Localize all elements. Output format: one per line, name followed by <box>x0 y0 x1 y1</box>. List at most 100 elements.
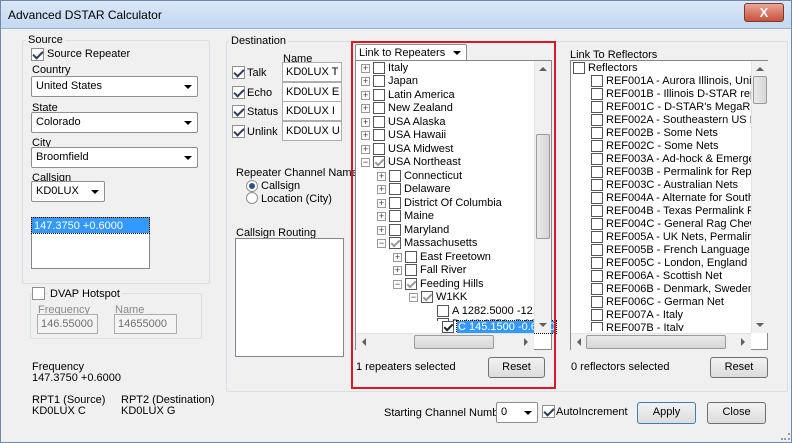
starting-channel-value: 0 <box>501 406 508 418</box>
tree-checkbox[interactable] <box>591 257 603 269</box>
tree-node-label: REF006A - Scottish Net <box>606 270 723 282</box>
tree-checkbox[interactable] <box>591 179 603 191</box>
tree-checkbox[interactable] <box>591 231 603 243</box>
tree-checkbox[interactable] <box>573 62 585 74</box>
chevron-down-icon <box>184 121 192 125</box>
tree-checkbox[interactable] <box>591 218 603 230</box>
tree-checkbox[interactable] <box>591 205 603 217</box>
tree-node-label: REF003B - Permalink for Repeaters, in <box>606 166 751 178</box>
scroll-right-icon[interactable] <box>741 338 745 346</box>
source-repeater-checkbox[interactable] <box>31 48 44 61</box>
highlight-frame <box>351 41 556 389</box>
tree-checkbox[interactable] <box>591 192 603 204</box>
reflectors-tree[interactable]: Reflectors REF001A - Aurora Illinois, Un… <box>570 60 768 350</box>
talk-checkbox[interactable] <box>232 66 245 79</box>
city-value: Broomfield <box>36 151 89 163</box>
tree-checkbox[interactable] <box>591 75 603 87</box>
rpt1-value: KD0LUX C <box>32 405 86 417</box>
reflectors-vscroll[interactable] <box>751 61 768 333</box>
tree-node-label: REF001A - Aurora Illinois, United States <box>606 75 751 87</box>
unlink-input[interactable]: KD0LUX U <box>282 121 342 141</box>
state-value: Colorado <box>36 116 81 128</box>
unlink-checkbox[interactable] <box>232 125 245 138</box>
callsign-select[interactable]: KD0LUX <box>31 181 105 202</box>
tree-node-label: REF001B - Illinois D-STAR repeaters <box>606 88 751 100</box>
tree-checkbox[interactable] <box>591 270 603 282</box>
location-radio-label: Location (City) <box>261 193 332 205</box>
tree-checkbox[interactable] <box>591 153 603 165</box>
reflectors-tree-viewport: Reflectors REF001A - Aurora Illinois, Un… <box>571 61 751 331</box>
unlink-label: Unlink <box>247 126 278 138</box>
callsign-routing-box[interactable] <box>235 238 344 357</box>
status-label: Status <box>247 106 279 118</box>
callsign-radio[interactable] <box>246 180 258 192</box>
tree-node-label: REF004C - General Rag Chew (English <box>606 218 751 230</box>
callsign-radio-label: Callsign <box>261 180 301 192</box>
tree-checkbox[interactable] <box>591 296 603 308</box>
tree-node-label: REF006C - German Net <box>606 296 724 308</box>
frequency-list-item[interactable]: 147.3750 +0.6000 <box>31 217 150 234</box>
country-select[interactable]: United States <box>31 76 198 97</box>
scroll-down-icon[interactable] <box>756 323 764 327</box>
scroll-thumb[interactable] <box>753 76 767 104</box>
dvap-frequency-input[interactable]: 146.55000 <box>37 314 98 334</box>
reflectors-hscroll[interactable] <box>571 333 751 350</box>
channel-name-label: Repeater Channel Name <box>236 167 358 179</box>
dvap-name-input[interactable]: 14655000 <box>114 314 177 334</box>
window-close-button[interactable]: X <box>744 3 784 22</box>
tree-node-label: REF002C - Some Nets <box>606 140 719 152</box>
resize-grip-icon[interactable] <box>781 433 790 440</box>
tree-node-label: REF003C - Australian Nets <box>606 179 739 191</box>
close-button[interactable]: Close <box>707 402 766 424</box>
frequency-listbox[interactable]: 147.3750 +0.6000 <box>31 217 150 269</box>
chevron-down-icon <box>184 85 192 89</box>
reflectors-status: 0 reflectors selected <box>571 361 670 373</box>
talk-label: Talk <box>247 67 267 79</box>
starting-channel-select[interactable]: 0 <box>496 402 538 423</box>
echo-input[interactable]: KD0LUX E <box>282 82 342 102</box>
apply-button[interactable]: Apply <box>637 402 696 424</box>
tree-checkbox[interactable] <box>591 166 603 178</box>
tree-node-label: REF002B - Some Nets <box>606 127 718 139</box>
status-checkbox[interactable] <box>232 105 245 118</box>
autoincrement-checkbox[interactable] <box>542 405 555 418</box>
tree-node-label: REF004B - Texas Permalink Repeaters <box>606 205 751 217</box>
rpt2-value: KD0LUX G <box>121 405 176 417</box>
echo-checkbox[interactable] <box>232 86 245 99</box>
tree-checkbox[interactable] <box>591 88 603 100</box>
tree-checkbox[interactable] <box>591 244 603 256</box>
tree-checkbox[interactable] <box>591 283 603 295</box>
callsign-value: KD0LUX <box>36 185 79 197</box>
tree-node-label: Reflectors <box>588 62 638 74</box>
talk-input[interactable]: KD0LUX T <box>282 62 342 82</box>
reflectors-reset-button[interactable]: Reset <box>710 357 768 378</box>
state-select[interactable]: Colorado <box>31 112 198 133</box>
autoincrement-label: AutoIncrement <box>556 406 628 418</box>
tree-node-label: REF007B - Italy <box>606 322 684 331</box>
tree-checkbox[interactable] <box>591 114 603 126</box>
dvap-hotspot-label: DVAP Hotspot <box>48 288 122 300</box>
destination-group-title: Destination <box>229 35 289 47</box>
source-repeater-label: Source Repeater <box>47 48 131 60</box>
tree-checkbox[interactable] <box>591 322 603 331</box>
dvap-hotspot-checkbox[interactable] <box>32 287 45 300</box>
summary-frequency-value: 147.3750 +0.6000 <box>32 372 122 384</box>
status-input[interactable]: KD0LUX I <box>282 101 342 121</box>
tree-checkbox[interactable] <box>591 101 603 113</box>
tree-checkbox[interactable] <box>591 309 603 321</box>
title-bar: Advanced DSTAR Calculator X <box>1 1 791 29</box>
chevron-down-icon <box>184 156 192 160</box>
city-select[interactable]: Broomfield <box>31 147 198 168</box>
tree-node-label: REF005B - French Language - Swiss ar <box>606 244 751 256</box>
tree-checkbox[interactable] <box>591 127 603 139</box>
scroll-up-icon[interactable] <box>756 67 764 71</box>
scroll-left-icon[interactable] <box>577 338 581 346</box>
scroll-thumb[interactable] <box>586 335 726 349</box>
location-radio[interactable] <box>246 192 258 204</box>
starting-channel-label: Starting Channel Number <box>384 407 509 419</box>
tree-checkbox[interactable] <box>591 140 603 152</box>
country-label: Country <box>32 64 71 76</box>
tree-node-label: REF001C - D-STAR's MegaRepeater <box>606 101 751 113</box>
tree-node-label: REF005A - UK Nets, Permalink Repeat <box>606 231 751 243</box>
chevron-down-icon <box>524 411 532 415</box>
